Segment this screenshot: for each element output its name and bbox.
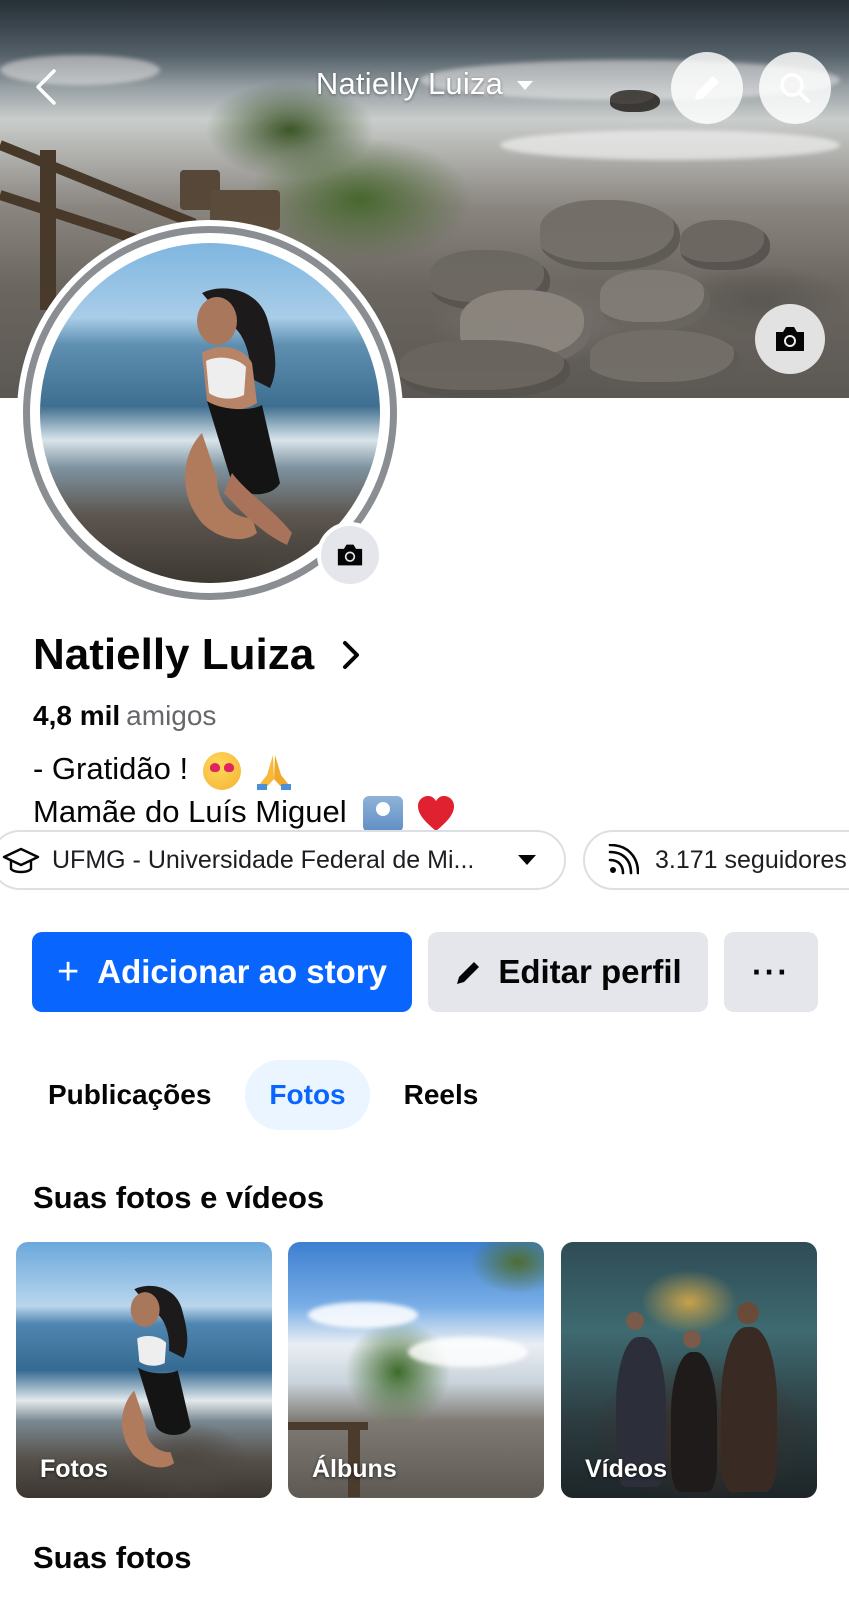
edit-profile-label: Editar perfil xyxy=(498,953,682,990)
cloud xyxy=(408,1337,528,1367)
videos-thumbnail[interactable]: Vídeos xyxy=(561,1242,817,1498)
face xyxy=(683,1330,701,1348)
albums-thumbnail[interactable]: Álbuns xyxy=(288,1242,544,1498)
folded-hands-emoji-icon xyxy=(257,754,292,790)
pencil-icon xyxy=(457,962,480,984)
tab-label: Reels xyxy=(403,1079,479,1110)
profile-person-figure xyxy=(185,288,292,545)
profile-name-link[interactable]: Natielly Luiza xyxy=(33,630,360,680)
camera-icon xyxy=(337,544,363,566)
search-button[interactable] xyxy=(759,52,831,124)
baby-symbol-emoji-icon xyxy=(363,795,404,832)
friends-count: 4,8 mil xyxy=(33,700,121,731)
bio-line-2: Mamãe do Luís Miguel xyxy=(33,791,456,833)
profile-tabs: Publicações Fotos Reels xyxy=(28,1060,498,1130)
more-options-button[interactable]: ··· xyxy=(724,932,818,1012)
tab-publicacoes[interactable]: Publicações xyxy=(28,1060,231,1130)
face xyxy=(737,1302,759,1324)
education-chip[interactable]: UFMG - Universidade Federal de Mi... xyxy=(0,830,566,890)
profile-camera-button[interactable] xyxy=(317,522,383,588)
camera-icon xyxy=(776,327,804,351)
edit-button[interactable] xyxy=(671,52,743,124)
your-photos-title: Suas fotos xyxy=(33,1540,192,1575)
profile-name: Natielly Luiza xyxy=(33,630,315,679)
header-title: Natielly Luiza xyxy=(315,66,504,101)
photos-videos-title: Suas fotos e vídeos xyxy=(33,1180,325,1215)
cloud xyxy=(308,1302,418,1328)
edit-profile-button[interactable]: Editar perfil xyxy=(428,932,708,1012)
search-icon xyxy=(780,73,810,103)
tab-fotos[interactable]: Fotos xyxy=(245,1060,370,1130)
cover-camera-button[interactable] xyxy=(755,304,825,374)
person-silhouette xyxy=(721,1327,777,1492)
add-to-story-label: Adicionar ao story xyxy=(97,953,387,990)
heart-eyes-emoji-icon xyxy=(202,751,241,790)
graduation-cap-icon xyxy=(2,847,40,874)
caret-down-icon xyxy=(517,81,534,91)
more-options-icon: ··· xyxy=(752,953,790,990)
profile-bio: - Gratidão ! Mamãe do Luís Miguel xyxy=(33,748,456,833)
person-silhouette xyxy=(671,1352,717,1492)
chevron-right-icon xyxy=(343,641,360,669)
thumbnail-label: Álbuns xyxy=(312,1455,397,1483)
thumbnail-label: Fotos xyxy=(40,1455,109,1483)
thumbnail-label: Vídeos xyxy=(585,1455,667,1483)
tab-label: Fotos xyxy=(269,1079,346,1110)
plus-icon: + xyxy=(57,950,80,993)
friends-label: amigos xyxy=(126,700,217,731)
top-navigation: Natielly Luiza xyxy=(0,0,849,180)
tab-reels[interactable]: Reels xyxy=(384,1060,499,1130)
bio-line-1: - Gratidão ! xyxy=(33,748,456,791)
caret-down-icon xyxy=(518,855,536,865)
face xyxy=(626,1312,644,1330)
bio-text-2: Mamãe do Luís Miguel xyxy=(33,793,347,829)
rss-feed-icon xyxy=(608,844,639,875)
pencil-icon xyxy=(695,76,719,100)
photo-person-figure xyxy=(122,1285,191,1468)
tab-label: Publicações xyxy=(48,1079,212,1110)
bio-text-1: - Gratidão ! xyxy=(33,751,189,786)
followers-label: 3.171 seguidores xyxy=(655,845,847,874)
add-to-story-button[interactable]: + Adicionar ao story xyxy=(32,932,412,1012)
red-heart-emoji-icon xyxy=(417,795,454,831)
friends-count-link[interactable]: 4,8 mil amigos xyxy=(33,700,216,732)
photos-thumbnail[interactable]: Fotos xyxy=(16,1242,272,1498)
education-label: UFMG - Universidade Federal de Mi... xyxy=(52,845,475,874)
followers-chip[interactable]: 3.171 seguidores xyxy=(583,830,849,890)
